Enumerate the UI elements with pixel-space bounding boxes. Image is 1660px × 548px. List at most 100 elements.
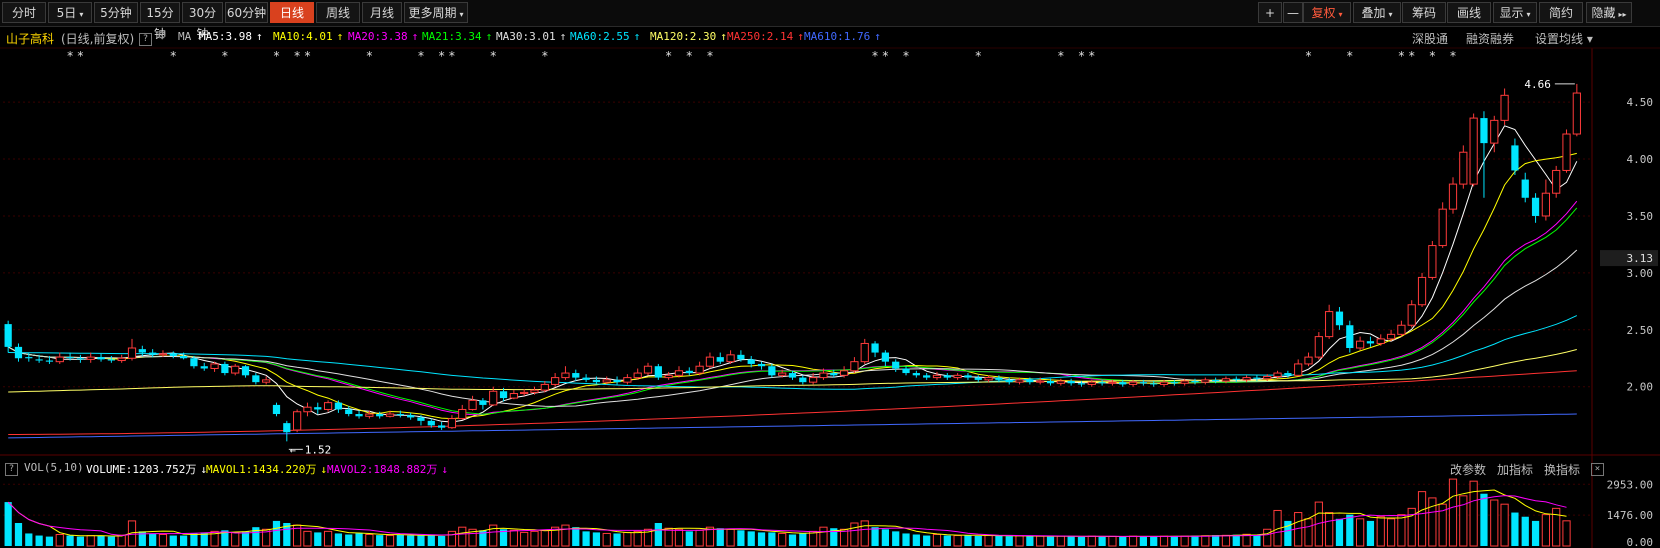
candle-body-up	[1201, 379, 1210, 383]
candle-body-up	[1500, 94, 1509, 121]
volume-bar-down	[355, 533, 363, 546]
candle-body-up	[1159, 381, 1169, 385]
volume-bar-up	[1397, 514, 1406, 547]
volume-bar-down	[582, 531, 590, 546]
candle-body-down	[943, 375, 951, 378]
volume-bar-up	[1180, 535, 1189, 547]
volume-bar-down	[716, 528, 724, 546]
candle-body-up	[127, 347, 137, 359]
candle-body-down	[272, 404, 281, 415]
event-marker-icon: *	[418, 49, 424, 63]
volume-bar-down	[871, 527, 879, 546]
volume-bar-up	[1015, 535, 1024, 547]
volume-bar-down	[1077, 536, 1086, 546]
candle-body-up	[55, 356, 64, 363]
event-marker-icon: *	[707, 49, 713, 63]
candle-body-down	[45, 360, 54, 362]
ma20-line	[7, 200, 1578, 416]
volume-bar-up	[365, 534, 374, 547]
volume-bar-down	[747, 531, 755, 546]
candle-body-down	[747, 359, 755, 364]
candle-body-up	[953, 374, 962, 379]
candle-body-down	[1150, 383, 1158, 385]
volume-bar-down	[613, 533, 621, 546]
candle-body-up	[520, 391, 529, 395]
candle-body-down	[479, 400, 487, 405]
candle-body-down	[241, 366, 250, 376]
volume-bar-up	[953, 535, 962, 547]
candle-body-up	[1263, 375, 1272, 380]
vol-link-0[interactable]: 改参数	[1450, 461, 1486, 478]
candle-body-down	[1098, 382, 1106, 384]
candle-body-up	[1180, 380, 1189, 384]
volume-bar-down	[35, 535, 43, 546]
candle-body-down	[1232, 378, 1240, 380]
volume-bar-down	[964, 535, 972, 546]
volume-bar-down	[4, 502, 12, 546]
candle-body-up	[664, 374, 673, 379]
candle-body-up	[1376, 338, 1385, 344]
volume-bar-down	[396, 534, 404, 546]
candle-body-up	[1221, 378, 1231, 382]
close-icon[interactable]: ×	[1591, 461, 1604, 476]
candle-body-down	[1335, 311, 1344, 326]
volume-bar-up	[1386, 518, 1396, 547]
candle-body-up	[1294, 363, 1303, 376]
volume-bar-down	[314, 532, 322, 546]
candle-body-down	[190, 358, 198, 367]
volume-bar-up	[561, 524, 570, 547]
candle-body-down	[437, 425, 446, 428]
volume-bar-up	[231, 531, 240, 547]
vol-link-1[interactable]: 加指标	[1497, 461, 1533, 478]
volume-bar-up	[447, 530, 457, 547]
volume-tick-label: 2953.00	[1607, 478, 1653, 491]
candle-body-down	[881, 352, 889, 362]
volume-bar-up	[1263, 528, 1272, 547]
high-annotation: 4.66	[1524, 78, 1551, 91]
event-marker-icon: *	[1306, 49, 1312, 63]
candle-body-down	[396, 414, 404, 416]
event-marker-icon: *	[304, 49, 310, 63]
volume-bar-down	[995, 535, 1003, 546]
candle-body-down	[417, 417, 425, 421]
candle-body-down	[768, 366, 776, 376]
candle-body-down	[582, 377, 590, 380]
candle-body-down	[871, 343, 879, 353]
vol-link-2[interactable]: 换指标	[1544, 461, 1580, 478]
vol-value-1: MAVOL1:1434.220万 ↓	[206, 461, 327, 477]
candle-body-up	[551, 377, 560, 385]
price-tick-label: 4.00	[1627, 153, 1654, 166]
candle-body-down	[1005, 379, 1013, 383]
volume-bar-down	[149, 533, 157, 546]
volume-bar-up	[1036, 535, 1045, 547]
candle-body-down	[169, 353, 177, 356]
candle-body-down	[1077, 383, 1086, 385]
candle-body-down	[221, 363, 229, 374]
candle-body-down	[355, 414, 363, 417]
candle-body-down	[1521, 179, 1529, 198]
event-marker-icon: *	[903, 49, 909, 63]
trend-arrow-icon: ↓	[320, 463, 327, 476]
candle-body-up	[726, 354, 735, 363]
candle-body-down	[499, 391, 508, 399]
candle-body-up	[1562, 133, 1571, 171]
candle-body-up	[489, 390, 498, 406]
candle-body-up	[117, 357, 126, 362]
volume-bar-down	[169, 535, 177, 546]
candle-body-down	[4, 324, 12, 347]
volume-bar-down	[1191, 535, 1199, 546]
candle-body-down	[613, 379, 621, 383]
candle-body-up	[1242, 377, 1251, 381]
vol-value-0: VOLUME:1203.752万 ↓	[86, 461, 207, 477]
candle-body-up	[509, 393, 518, 399]
candle-body-up	[1325, 311, 1334, 338]
volume-bar-down	[737, 530, 745, 546]
candle-body-up	[262, 379, 271, 383]
volume-bar-down	[376, 535, 384, 546]
candle-body-down	[427, 420, 435, 426]
event-marker-icon: *	[366, 49, 372, 63]
candle-body-up	[1273, 372, 1282, 377]
candle-body-up	[809, 377, 818, 383]
candle-body-up	[1128, 381, 1138, 385]
volume-bar-down	[1139, 536, 1148, 546]
